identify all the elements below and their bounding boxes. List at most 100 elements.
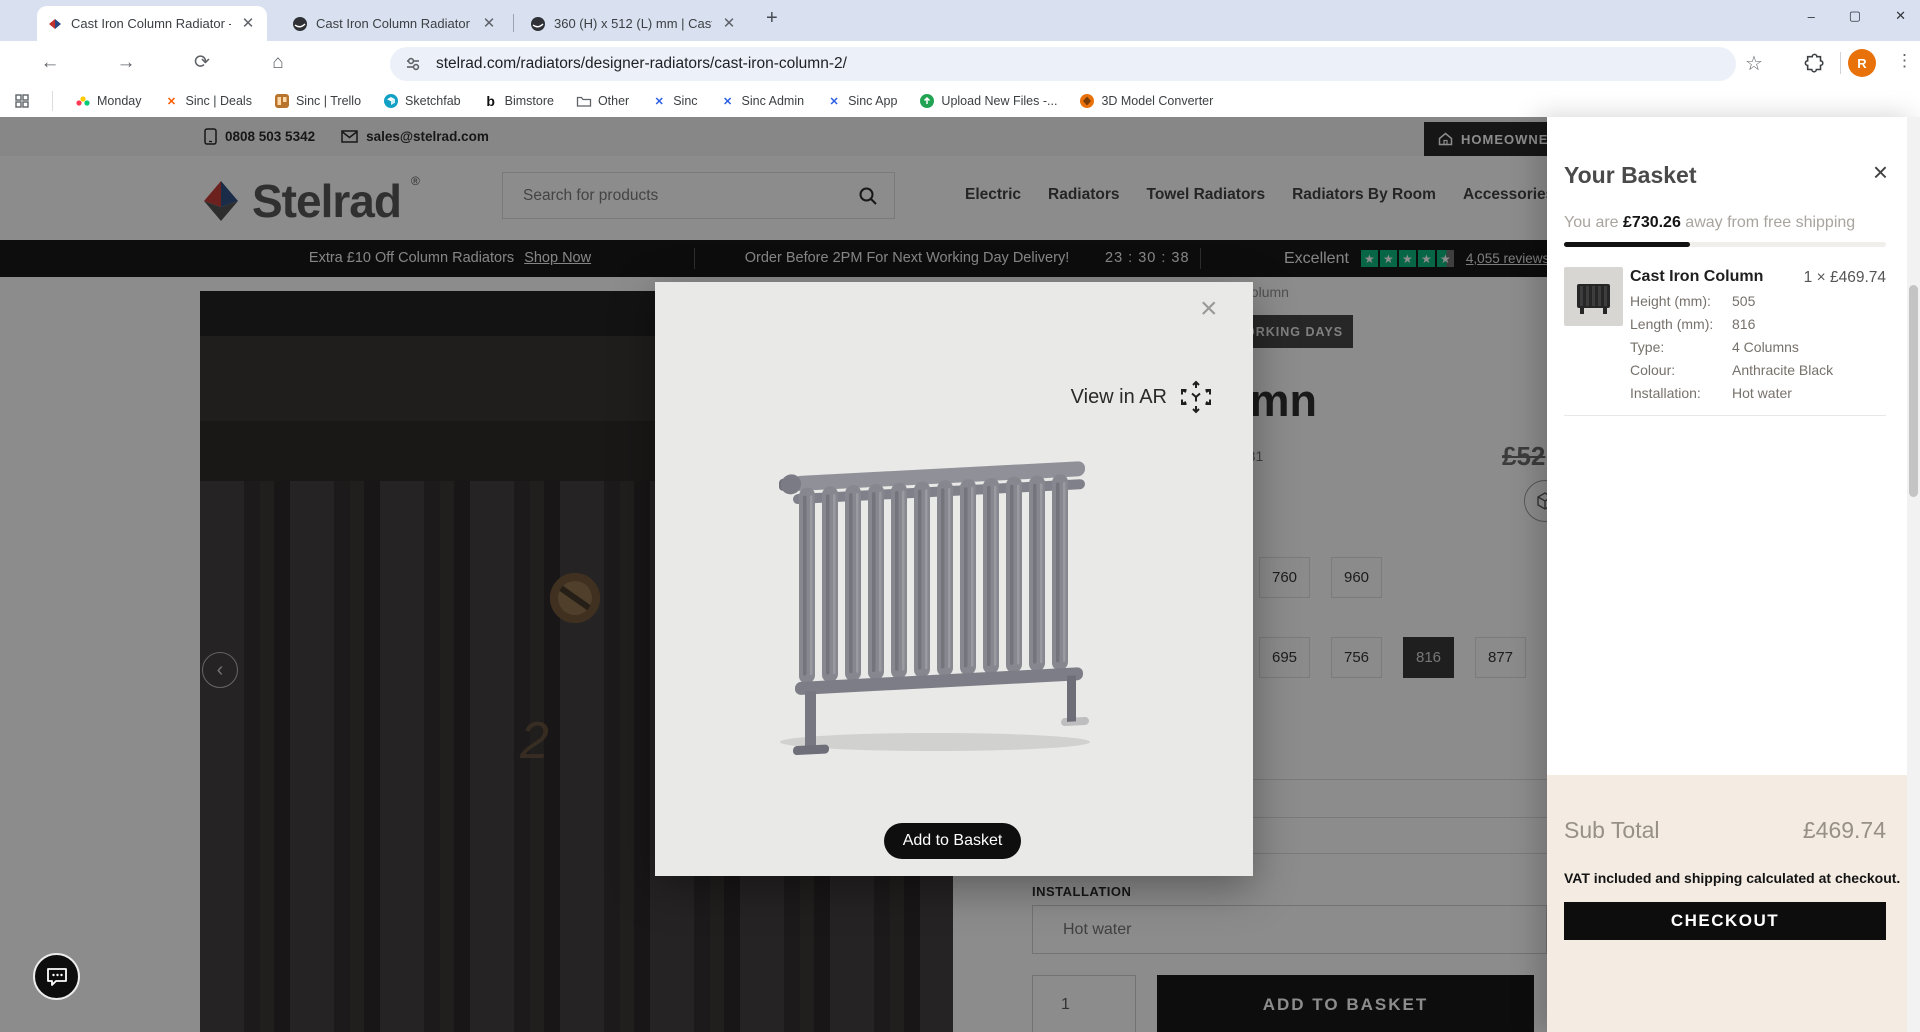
folder-icon (576, 93, 592, 109)
bookmark-label: Sinc Admin (742, 94, 805, 108)
vat-note: VAT included and shipping calculated at … (1564, 870, 1900, 886)
view-in-ar-label: View in AR (1071, 386, 1167, 409)
screen: ⌄ Cast Iron Column Radiator - Ste ✕ Cast… (0, 0, 1920, 1032)
tab-close-icon[interactable]: ✕ (239, 15, 257, 33)
chat-bubble-icon (45, 966, 69, 988)
tab-separator (513, 14, 514, 32)
modal-add-to-basket-label: Add to Basket (903, 832, 1003, 850)
modal-close-icon[interactable]: × (1200, 292, 1218, 326)
bookmark-label: Sinc | Trello (296, 94, 361, 108)
bookmark-label: 3D Model Converter (1101, 94, 1213, 108)
bookmark-other-folder[interactable]: Other (576, 93, 629, 109)
bimstore-icon: b (483, 93, 499, 109)
bookmark-sinc[interactable]: ✕ Sinc (651, 93, 697, 109)
subtotal-value: £469.74 (1803, 817, 1886, 844)
sinc-admin-icon: ✕ (720, 93, 736, 109)
bookmark-label: Sinc | Deals (185, 94, 251, 108)
basket-item-price: 1 × £469.74 (1804, 269, 1886, 287)
bookmark-label: Other (598, 94, 629, 108)
url-input[interactable] (434, 54, 1638, 74)
radiator-3d-render[interactable] (765, 437, 1115, 767)
shipping-progress-track (1564, 242, 1886, 247)
minimize-button[interactable]: – (1808, 9, 1815, 24)
avatar-initial: R (1857, 56, 1866, 71)
spec-value: Hot water (1732, 385, 1792, 401)
tab-close-icon[interactable]: ✕ (720, 15, 738, 33)
basket-close-icon[interactable]: × (1873, 157, 1888, 188)
basket-scrollbar-track[interactable] (1907, 117, 1920, 1032)
sinc-deals-icon: ✕ (163, 93, 179, 109)
bookmark-label: Monday (97, 94, 141, 108)
extensions-icon[interactable] (1804, 53, 1826, 75)
profile-avatar[interactable]: R (1848, 49, 1876, 77)
thumbnail-radiator-image (1564, 267, 1623, 326)
tab-close-icon[interactable]: ✕ (480, 15, 498, 33)
tab-title: Cast Iron Column Radiator - Ste (71, 16, 231, 31)
converter-icon (1079, 93, 1095, 109)
maximize-button[interactable]: ▢ (1849, 8, 1861, 24)
monday-icon (75, 93, 91, 109)
home-icon[interactable]: ⌂ (262, 47, 294, 79)
shipping-prefix: You are (1564, 214, 1623, 231)
window-controls: – ▢ ✕ (1808, 8, 1906, 24)
new-tab-button[interactable]: + (766, 7, 778, 30)
bookmark-sinc-trello[interactable]: Sinc | Trello (274, 93, 361, 109)
subtotal-label: Sub Total (1564, 817, 1659, 844)
spec-value: Anthracite Black (1732, 362, 1833, 378)
tab-3[interactable]: 360 (H) x 512 (L) mm | Cast Iro ✕ (520, 6, 748, 41)
modal-add-to-basket-button[interactable]: Add to Basket (884, 823, 1021, 859)
site-settings-icon[interactable] (404, 55, 422, 73)
apps-grid-icon[interactable] (14, 93, 30, 109)
spec-label: Colour: (1630, 362, 1675, 378)
close-window-button[interactable]: ✕ (1895, 8, 1906, 24)
spec-label: Installation: (1630, 385, 1701, 401)
spec-label: Type: (1630, 339, 1664, 355)
shipping-progress-fill (1564, 242, 1690, 247)
bookmark-upload-new-files[interactable]: Upload New Files -... (919, 93, 1057, 109)
checkout-button[interactable]: CHECKOUT (1564, 902, 1886, 940)
bookmark-label: Bimstore (505, 94, 554, 108)
bookmark-monday[interactable]: Monday (75, 93, 141, 109)
forward-icon[interactable]: → (110, 47, 142, 79)
bookmark-sinc-admin[interactable]: ✕ Sinc Admin (720, 93, 805, 109)
tab-1[interactable]: Cast Iron Column Radiator - Ste ✕ (37, 6, 267, 41)
bookmark-sketchfab[interactable]: Sketchfab (383, 93, 461, 109)
browser-menu-icon[interactable]: ⋮ (1896, 51, 1913, 71)
back-icon[interactable]: ← (34, 47, 66, 79)
bookmark-sinc-app[interactable]: ✕ Sinc App (826, 93, 897, 109)
tab-2[interactable]: Cast Iron Column Radiator (4 & ✕ (282, 6, 508, 41)
bookmark-label: Sinc App (848, 94, 897, 108)
sinc-icon: ✕ (651, 93, 667, 109)
basket-footer: Sub Total £469.74 VAT included and shipp… (1547, 775, 1920, 1032)
reload-icon[interactable]: ⟳ (186, 47, 218, 79)
upload-icon (919, 93, 935, 109)
basket-scrollbar-thumb[interactable] (1909, 285, 1918, 497)
bookmark-bimstore[interactable]: b Bimstore (483, 93, 554, 109)
basket-item-name: Cast Iron Column (1630, 268, 1763, 286)
shipping-amount: £730.26 (1623, 214, 1681, 231)
bookmark-3d-model-converter[interactable]: 3D Model Converter (1079, 93, 1213, 109)
bookmarks-separator (52, 91, 53, 111)
bookmark-label: Sketchfab (405, 94, 461, 108)
basket-title: Your Basket (1564, 162, 1697, 189)
basket-item-thumbnail[interactable] (1564, 267, 1623, 326)
bookmark-sinc-deals[interactable]: ✕ Sinc | Deals (163, 93, 251, 109)
globe-favicon (292, 16, 308, 32)
spec-label: Length (mm): (1630, 316, 1713, 332)
basket-divider (1564, 415, 1886, 416)
view-in-ar-control[interactable]: View in AR (1071, 380, 1213, 414)
sketchfab-icon (383, 93, 399, 109)
spec-value: 4 Columns (1732, 339, 1799, 355)
shipping-suffix: away from free shipping (1681, 214, 1855, 231)
address-bar[interactable] (390, 47, 1736, 81)
tab-title: Cast Iron Column Radiator (4 & (316, 16, 472, 31)
stelrad-favicon (47, 16, 63, 32)
spec-label: Height (mm): (1630, 293, 1711, 309)
chat-widget-button[interactable] (33, 953, 80, 1000)
toolbar-separator (1840, 52, 1841, 74)
free-shipping-message: You are £730.26 away from free shipping (1564, 214, 1855, 232)
browser-tabstrip: ⌄ Cast Iron Column Radiator - Ste ✕ Cast… (0, 0, 1920, 41)
bookmark-label: Upload New Files -... (941, 94, 1057, 108)
spec-value: 816 (1732, 316, 1755, 332)
bookmark-star-icon[interactable]: ☆ (1745, 51, 1763, 76)
